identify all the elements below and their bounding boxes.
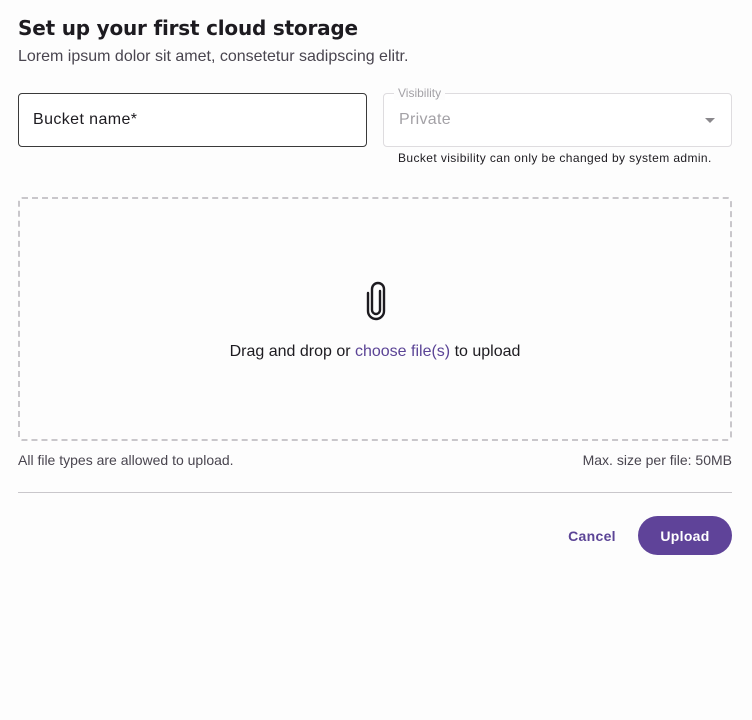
file-types-hint: All file types are allowed to upload. (18, 452, 234, 468)
max-size-hint: Max. size per file: 50MB (582, 452, 732, 468)
visibility-label: Visibility (394, 86, 446, 100)
file-dropzone[interactable]: Drag and drop or choose file(s) to uploa… (18, 197, 732, 441)
dropzone-text-after: to upload (450, 343, 521, 360)
upload-dialog: Set up your first cloud storage Lorem ip… (0, 0, 752, 720)
dropdown-arrow-icon[interactable] (705, 118, 715, 123)
page-subtitle: Lorem ipsum dolor sit amet, consetetur s… (18, 48, 409, 65)
choose-files-link[interactable]: choose file(s) (355, 343, 450, 360)
bucket-name-field[interactable] (18, 93, 367, 147)
dropzone-text-before: Drag and drop or (229, 343, 355, 360)
bucket-name-input[interactable] (33, 111, 352, 129)
upload-button[interactable]: Upload (638, 516, 732, 555)
paperclip-icon (366, 281, 386, 321)
visibility-selected-value: Private (399, 111, 451, 128)
divider (18, 492, 732, 493)
page-title: Set up your first cloud storage (18, 16, 358, 40)
dropzone-instructions: Drag and drop or choose file(s) to uploa… (20, 343, 730, 361)
cancel-button[interactable]: Cancel (556, 517, 628, 555)
visibility-helper-text: Bucket visibility can only be changed by… (398, 151, 712, 165)
visibility-select[interactable]: Visibility Private (383, 86, 732, 147)
